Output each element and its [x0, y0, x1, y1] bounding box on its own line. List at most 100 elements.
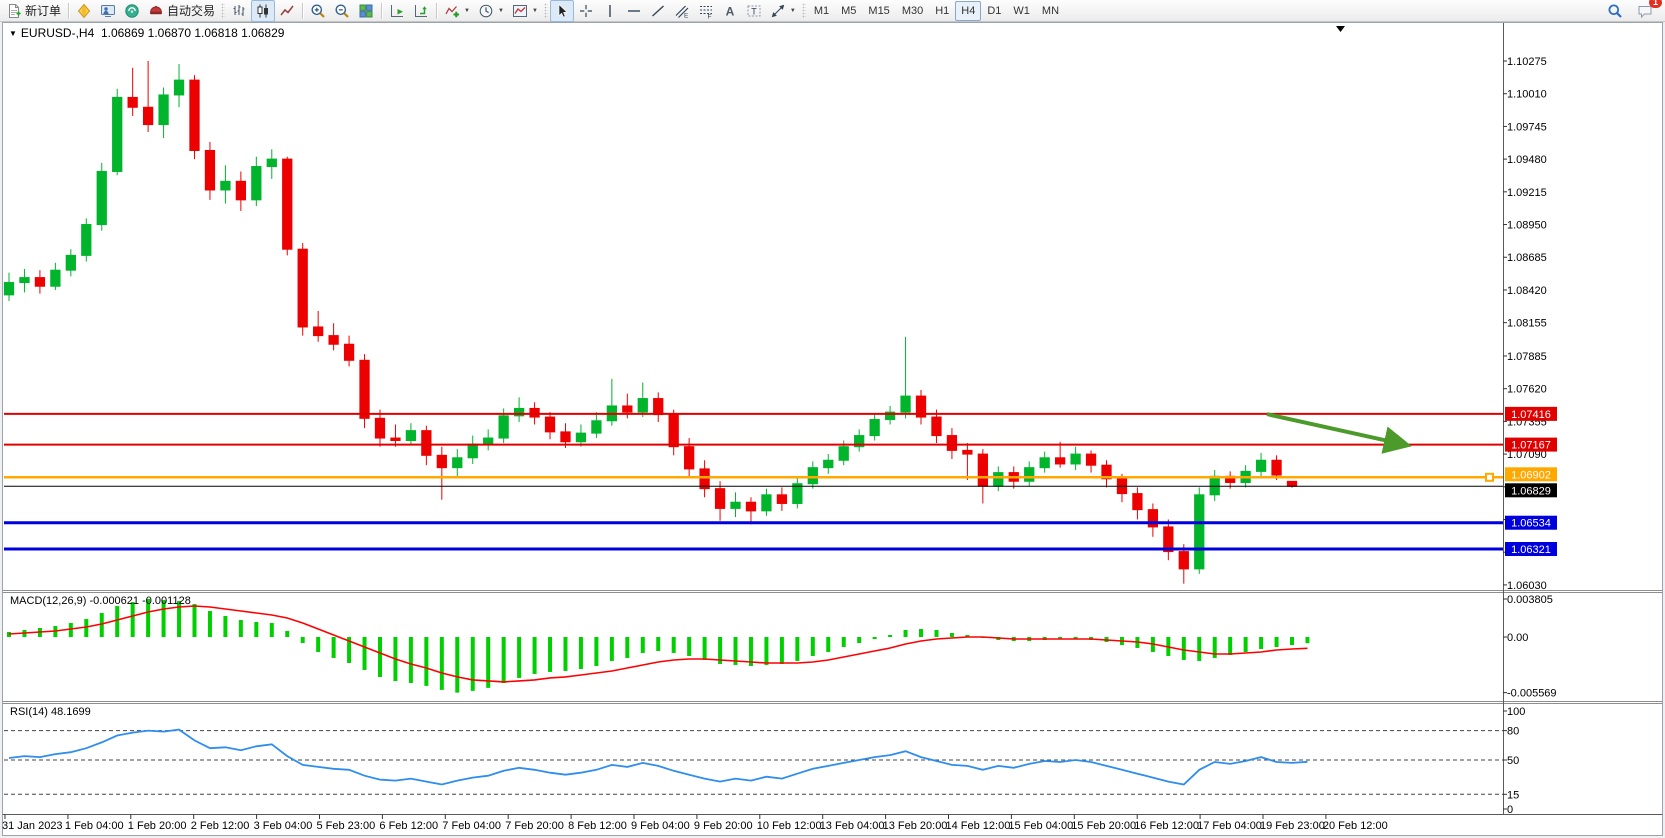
- candle-body: [1025, 468, 1034, 482]
- rsi-name: RSI(14): [10, 706, 48, 718]
- candle-body: [298, 249, 307, 327]
- candle-body: [82, 225, 91, 256]
- time-tick-label: 17 Feb 04:00: [1197, 820, 1262, 832]
- candle-body: [1040, 458, 1049, 468]
- time-tick-label: 6 Feb 12:00: [379, 820, 438, 832]
- price-tick-label: 1.09480: [1507, 154, 1547, 166]
- chart-canvas[interactable]: 1.102751.100101.097451.094801.092151.089…: [0, 0, 1665, 838]
- rsi-indicator-label: RSI(14) 48.1699: [10, 706, 91, 718]
- macd-indicator-label: MACD(12,26,9) -0.000621 -0.001128: [10, 595, 191, 607]
- price-line-label: 1.07167: [1511, 440, 1551, 452]
- time-tick-label: 15 Feb 04:00: [1008, 820, 1073, 832]
- candle-body: [963, 450, 972, 454]
- candle-body: [128, 97, 137, 107]
- chart-window-frame: [3, 23, 1663, 836]
- mt4-terminal-window: 新订单自动交易▼▼▼▼M1M5M15M30H1H4D1W1MN1 1.10275…: [0, 0, 1665, 838]
- candle-body: [484, 438, 493, 444]
- candle-body: [700, 469, 709, 489]
- candle-body: [685, 447, 694, 469]
- time-tick-label: 1 Feb 20:00: [128, 820, 187, 832]
- price-tick-label: 1.10275: [1507, 56, 1547, 68]
- candle-body: [236, 181, 245, 200]
- macd-tick-label: 0.003805: [1507, 594, 1553, 606]
- candle-body: [839, 447, 848, 461]
- rsi-value: 48.1699: [51, 706, 91, 718]
- candle-body: [824, 460, 833, 467]
- candle-body: [576, 433, 585, 442]
- candle-body: [1133, 494, 1142, 510]
- candle-body: [437, 455, 446, 467]
- candle-body: [453, 458, 462, 468]
- price-tick-label: 1.07620: [1507, 384, 1547, 396]
- macd-main-value: -0.000621: [89, 595, 139, 607]
- candle-body: [35, 278, 44, 287]
- time-tick-label: 20 Feb 12:00: [1323, 820, 1388, 832]
- candle-body: [978, 454, 987, 486]
- time-tick-label: 13 Feb 20:00: [883, 820, 948, 832]
- rsi-tick-label: 100: [1507, 706, 1525, 718]
- candle-body: [406, 431, 415, 441]
- rsi-tick-label: 50: [1507, 755, 1519, 767]
- time-tick-label: 14 Feb 12:00: [946, 820, 1011, 832]
- candle-body: [205, 150, 214, 189]
- candle-body: [808, 468, 817, 484]
- candle-body: [777, 495, 786, 504]
- time-tick-label: 5 Feb 23:00: [317, 820, 376, 832]
- chart-symbol-period: EURUSD-,H4: [21, 26, 94, 40]
- candle-body: [344, 344, 353, 360]
- candle-body: [1086, 454, 1095, 465]
- candle-body: [66, 255, 75, 270]
- price-tick-label: 1.10010: [1507, 89, 1547, 101]
- candle-body: [715, 489, 724, 509]
- candle-body: [530, 408, 539, 417]
- time-tick-label: 31 Jan 2023: [2, 820, 63, 832]
- time-tick-label: 13 Feb 04:00: [820, 820, 885, 832]
- line-handle[interactable]: [1486, 474, 1493, 481]
- time-tick-label: 2 Feb 12:00: [191, 820, 250, 832]
- price-tick-label: 1.07885: [1507, 351, 1547, 363]
- candle-body: [932, 417, 941, 436]
- price-tick-label: 1.08420: [1507, 285, 1547, 297]
- candle-body: [360, 360, 369, 418]
- time-tick-label: 7 Feb 20:00: [505, 820, 564, 832]
- candle-body: [561, 432, 570, 442]
- price-line-label: 1.06829: [1511, 485, 1551, 497]
- candle-body: [375, 418, 384, 438]
- candle-body: [1071, 454, 1080, 464]
- time-tick-label: 15 Feb 20:00: [1071, 820, 1136, 832]
- price-tick-label: 1.08950: [1507, 220, 1547, 232]
- candle-body: [190, 80, 199, 150]
- rsi-tick-label: 80: [1507, 726, 1519, 738]
- candle-body: [283, 159, 292, 249]
- candle-body: [947, 436, 956, 451]
- candle-body: [1055, 458, 1064, 464]
- candle-body: [4, 283, 13, 295]
- price-tick-label: 1.09745: [1507, 121, 1547, 133]
- candle-body: [468, 444, 477, 458]
- candle-body: [143, 107, 152, 124]
- rsi-tick-label: 15: [1507, 789, 1519, 801]
- candle-body: [329, 336, 338, 345]
- candle-body: [499, 416, 508, 438]
- candle-body: [731, 502, 740, 508]
- candle-body: [623, 406, 632, 412]
- macd-signal-value: -0.001128: [142, 595, 191, 607]
- time-tick-label: 3 Feb 04:00: [254, 820, 313, 832]
- time-tick-label: 8 Feb 12:00: [568, 820, 627, 832]
- price-line-label: 1.06534: [1511, 518, 1551, 530]
- candle-body: [422, 431, 431, 456]
- candle-body: [669, 415, 678, 447]
- candle-body: [391, 438, 400, 440]
- price-tick-label: 1.08685: [1507, 252, 1547, 264]
- candle-body: [746, 502, 755, 511]
- candle-body: [638, 399, 647, 413]
- macd-name: MACD(12,26,9): [10, 595, 86, 607]
- rsi-tick-label: 0: [1507, 804, 1513, 816]
- candle-body: [267, 159, 276, 166]
- candle-body: [994, 473, 1003, 487]
- candle-body: [113, 97, 122, 171]
- candle-body: [1272, 460, 1281, 475]
- time-tick-label: 9 Feb 20:00: [694, 820, 753, 832]
- candle-body: [1256, 460, 1265, 471]
- chart-dropdown-icon[interactable]: ▼: [9, 29, 17, 38]
